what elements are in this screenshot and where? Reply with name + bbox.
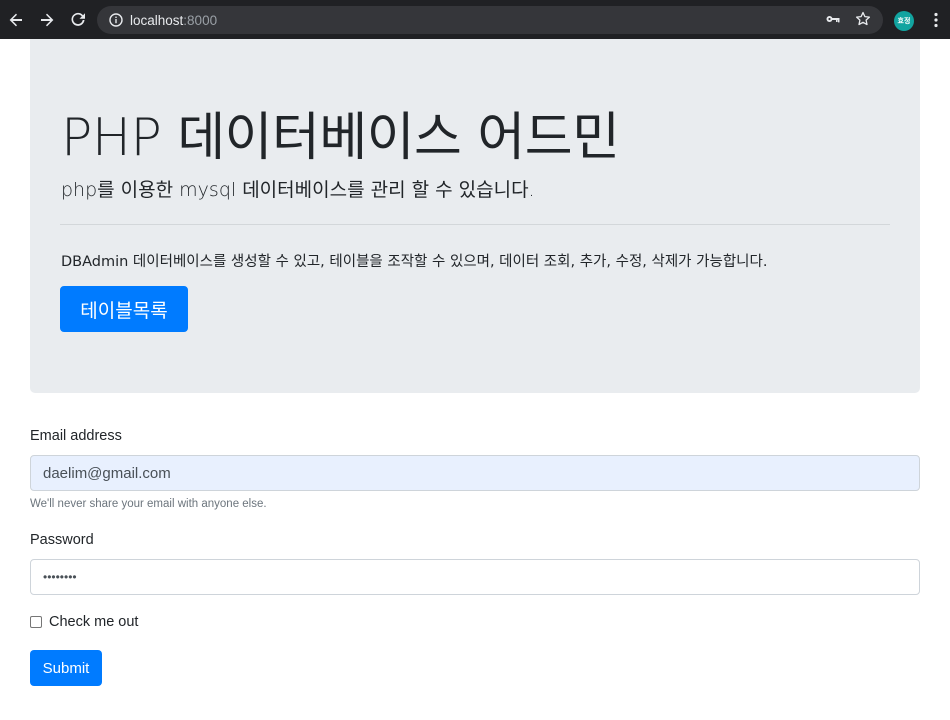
email-value: daelim@gmail.com: [43, 464, 171, 482]
page-title: PHP 데이터베이스 어드민: [61, 108, 620, 168]
jumbotron: PHP 데이터베이스 어드민 php를 이용한 mysql 데이터베이스를 관리…: [30, 39, 920, 393]
url-port: :8000: [183, 12, 218, 28]
forward-arrow-icon[interactable]: [35, 8, 59, 32]
divider: [60, 224, 890, 225]
description-text: DBAdmin 데이터베이스를 생성할 수 있고, 테이블을 조작할 수 있으며…: [61, 254, 768, 270]
browser-toolbar: localhost:8000 효정: [0, 0, 950, 39]
check-me-out-checkbox[interactable]: [30, 616, 42, 628]
email-help-text: We'll never share your email with anyone…: [30, 498, 267, 510]
lead-text: php를 이용한 mysql 데이터베이스를 관리 할 수 있습니다.: [61, 179, 535, 201]
check-me-out-row: Check me out: [30, 614, 138, 630]
profile-avatar[interactable]: 효정: [894, 11, 914, 31]
table-list-button[interactable]: 테이블목록: [60, 286, 188, 332]
menu-dots-icon[interactable]: [928, 12, 944, 28]
password-value: ••••••••: [43, 570, 77, 584]
email-field[interactable]: daelim@gmail.com: [30, 455, 920, 491]
star-icon[interactable]: [855, 11, 871, 27]
check-me-out-label[interactable]: Check me out: [49, 614, 138, 630]
info-icon[interactable]: [109, 13, 123, 27]
password-field[interactable]: ••••••••: [30, 559, 920, 595]
password-label: Password: [30, 532, 94, 548]
address-bar[interactable]: localhost:8000: [97, 6, 883, 34]
submit-button[interactable]: Submit: [30, 650, 102, 686]
back-arrow-icon[interactable]: [4, 8, 28, 32]
profile-initials: 효정: [897, 17, 911, 25]
email-label: Email address: [30, 428, 122, 444]
url-host: localhost: [130, 12, 184, 28]
key-icon[interactable]: [825, 11, 841, 27]
reload-icon[interactable]: [66, 8, 90, 32]
